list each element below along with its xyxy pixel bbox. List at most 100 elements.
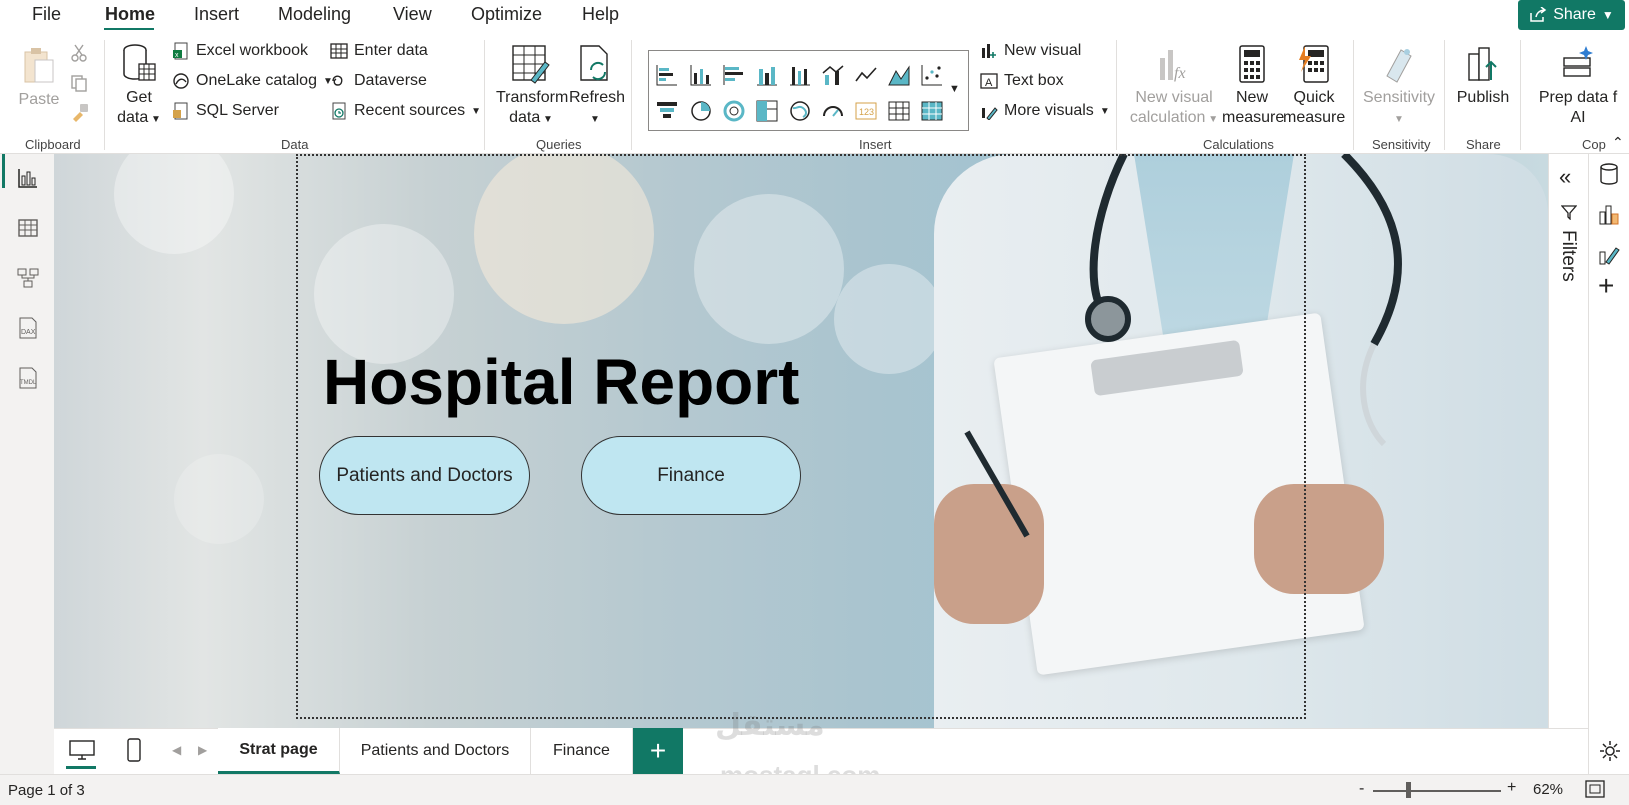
sensitivity-button[interactable]: Sensitivity ▼ (1363, 44, 1435, 130)
new-visual-button[interactable]: New visual (980, 42, 1081, 60)
treemap-icon[interactable] (755, 99, 779, 123)
table-view-icon[interactable] (16, 216, 40, 240)
more-visuals-label: More visuals (1004, 102, 1094, 119)
table-visual-icon[interactable] (887, 99, 911, 123)
stacked-bar-chart-icon[interactable] (655, 63, 679, 87)
line-chart-icon[interactable] (854, 63, 878, 87)
model-view-icon[interactable] (16, 266, 40, 290)
dax-query-view-icon[interactable]: DAX (16, 316, 40, 340)
excel-workbook-button[interactable]: x Excel workbook (172, 42, 308, 60)
tab-finance[interactable]: Finance (531, 728, 633, 774)
zoom-in-button[interactable]: + (1507, 779, 1516, 797)
add-page-button[interactable]: + (633, 728, 683, 774)
filters-label[interactable]: Filters (1557, 230, 1579, 282)
matrix-icon[interactable] (920, 99, 944, 123)
fit-to-page-icon[interactable] (1585, 780, 1605, 798)
prep-data-label: Prep data f (1538, 89, 1618, 106)
dataverse-button[interactable]: Dataverse (330, 72, 427, 90)
paste-button[interactable]: Paste (18, 46, 60, 110)
tabs-scroll-right-icon[interactable]: ▶ (198, 743, 207, 757)
gallery-expand-icon[interactable]: ▼ (949, 83, 960, 95)
recent-sources-button[interactable]: Recent sources ▼ (330, 102, 481, 120)
settings-gear-icon[interactable] (1598, 739, 1622, 763)
donut-chart-icon[interactable] (722, 99, 746, 123)
clustered-column-chart-icon[interactable] (755, 63, 779, 87)
quick-measure-button[interactable]: Quick measure (1283, 44, 1345, 128)
menu-help[interactable]: Help (582, 4, 619, 25)
area-chart-icon[interactable] (887, 63, 911, 87)
zoom-out-button[interactable]: - (1359, 780, 1364, 798)
enter-data-label: Enter data (354, 42, 428, 59)
visual-gallery[interactable]: 123 ▼ (648, 50, 969, 131)
gauge-icon[interactable] (821, 99, 845, 123)
map-icon[interactable] (788, 99, 812, 123)
scatter-chart-icon[interactable] (920, 63, 944, 87)
more-visuals-button[interactable]: More visuals ▼ (980, 102, 1110, 120)
visual-calculation-icon: fx (1160, 50, 1186, 82)
text-box-icon: A (980, 73, 998, 89)
clustered-bar-chart-icon[interactable] (722, 63, 746, 87)
zoom-slider-thumb[interactable] (1406, 782, 1411, 798)
ribbon: Paste Clipboard Get data ▼ x Excel workb… (0, 30, 1629, 154)
menu-file[interactable]: File (32, 4, 61, 25)
menu-home[interactable]: Home (105, 4, 155, 25)
transform-label-2: data (509, 109, 541, 126)
mobile-layout-icon[interactable] (126, 737, 142, 763)
prep-data-for-ai-button[interactable]: Prep data f AI (1530, 44, 1626, 128)
100-percent-column-chart-icon[interactable] (788, 63, 812, 87)
share-icon (1530, 7, 1547, 22)
publish-button[interactable]: Publish (1454, 44, 1512, 108)
cut-icon[interactable] (70, 44, 88, 62)
menu-modeling[interactable]: Modeling (278, 4, 351, 25)
new-visual-calculation-button[interactable]: fx New visual calculation ▼ (1128, 44, 1220, 130)
format-painter-icon[interactable] (70, 102, 90, 122)
collapse-ribbon-icon[interactable]: ⌃ (1612, 134, 1624, 151)
onelake-catalog-button[interactable]: OneLake catalog ▼ (172, 72, 333, 90)
ribbon-separator (1444, 40, 1445, 150)
build-visual-icon[interactable] (1598, 202, 1620, 226)
enter-data-button[interactable]: Enter data (330, 42, 428, 60)
format-visual-icon[interactable] (1598, 242, 1620, 266)
finance-button[interactable]: Finance (581, 436, 801, 515)
copy-icon[interactable] (70, 74, 88, 92)
sql-server-icon (173, 102, 188, 120)
tabs-scroll-left-icon[interactable]: ◀ (172, 743, 181, 757)
new-measure-label-2: measure (1222, 109, 1285, 126)
refresh-label: Refresh (569, 89, 626, 106)
desktop-layout-icon[interactable] (68, 739, 96, 761)
new-measure-button[interactable]: New measure (1222, 44, 1285, 128)
report-view-icon[interactable] (16, 166, 40, 190)
recent-sources-icon (332, 102, 346, 120)
stacked-column-chart-icon[interactable] (689, 63, 713, 87)
menu-view[interactable]: View (393, 4, 432, 25)
patients-and-doctors-button[interactable]: Patients and Doctors (319, 436, 530, 515)
expand-pane-icon[interactable]: « (1559, 164, 1571, 190)
get-data-button[interactable]: Get data ▼ (116, 42, 162, 130)
quick-measure-label-2: measure (1283, 109, 1346, 126)
ribbon-separator (631, 40, 632, 150)
paste-label: Paste (18, 91, 60, 108)
text-box-button[interactable]: A Text box (980, 72, 1064, 90)
menu-insert[interactable]: Insert (194, 4, 239, 25)
tmdl-view-icon[interactable]: TMDL (16, 366, 40, 390)
add-pane-icon[interactable]: + (1598, 270, 1614, 302)
card-icon[interactable]: 123 (854, 99, 878, 123)
funnel-chart-icon[interactable] (655, 99, 679, 123)
data-pane-icon[interactable] (1598, 162, 1620, 186)
data-group-label: Data (281, 137, 309, 152)
new-measure-label: New (1235, 89, 1268, 106)
share-button[interactable]: Share ▼ (1518, 0, 1625, 30)
new-visual-icon (982, 44, 996, 58)
svg-text:x: x (175, 52, 179, 59)
share-label: Share (1553, 6, 1596, 23)
line-and-column-chart-icon[interactable] (821, 63, 845, 87)
menu-optimize[interactable]: Optimize (471, 4, 542, 25)
refresh-button[interactable]: Refresh ▼ (569, 44, 625, 130)
share-group-label: Share (1466, 137, 1501, 152)
tab-strat-page[interactable]: Strat page (218, 728, 340, 774)
pie-chart-icon[interactable] (689, 99, 713, 123)
transform-data-button[interactable]: Transform data ▼ (496, 44, 568, 130)
tab-patients-and-doctors[interactable]: Patients and Doctors (340, 728, 531, 774)
zoom-slider[interactable] (1373, 790, 1501, 792)
sql-server-button[interactable]: SQL Server (172, 102, 279, 120)
